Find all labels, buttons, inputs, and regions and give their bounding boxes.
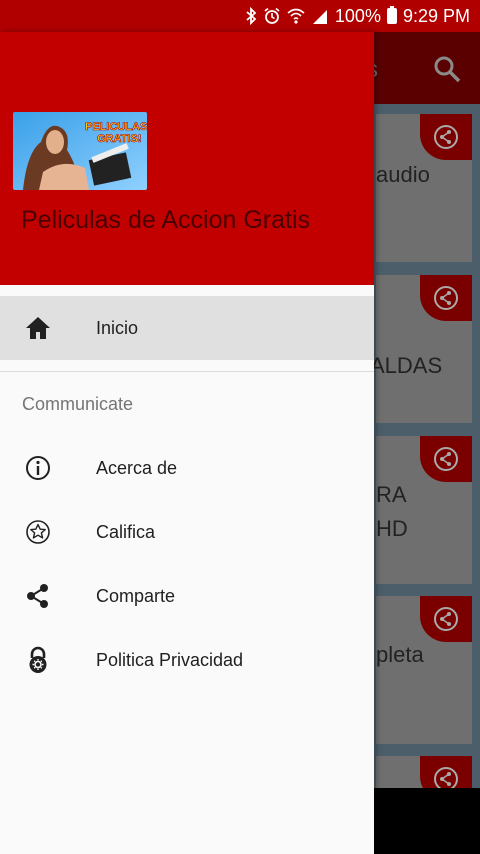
- drawer-item-politica-privacidad[interactable]: Politica Privacidad: [0, 628, 374, 692]
- drawer-header: PELICULAS GRATIS! Peliculas de Accion Gr…: [0, 32, 374, 285]
- logo-text-line2: GRATIS!: [97, 133, 141, 145]
- alarm-icon: [263, 7, 281, 25]
- signal-icon: [311, 7, 329, 25]
- share-icon[interactable]: [420, 596, 472, 642]
- app-logo: PELICULAS GRATIS!: [13, 112, 147, 190]
- drawer-item-label: Politica Privacidad: [96, 649, 244, 670]
- drawer-item-comparte[interactable]: Comparte: [0, 564, 374, 628]
- search-icon[interactable]: [432, 54, 462, 84]
- battery-icon: [386, 6, 397, 24]
- drawer-item-label: Inicio: [96, 317, 139, 338]
- background-card[interactable]: pleta: [376, 596, 472, 744]
- background-card[interactable]: RA HD: [376, 436, 472, 584]
- share-icon[interactable]: [420, 436, 472, 482]
- status-bar: 100% 9:29 PM: [0, 0, 480, 32]
- share-icon[interactable]: [420, 114, 472, 160]
- clock: 9:29 PM: [402, 5, 470, 26]
- wifi-icon: [287, 7, 305, 25]
- share-icon: [24, 582, 52, 610]
- navigation-drawer: PELICULAS GRATIS! Peliculas de Accion Gr…: [0, 32, 374, 854]
- info-icon: [24, 454, 52, 482]
- divider: [0, 371, 374, 372]
- drawer-item-label: Califica: [96, 521, 156, 542]
- drawer-item-acerca-de[interactable]: Acerca de: [0, 436, 374, 500]
- star-icon: [24, 518, 52, 546]
- section-header: Communicate: [22, 394, 134, 414]
- bluetooth-icon: [245, 7, 257, 25]
- home-icon: [24, 314, 52, 342]
- background-card[interactable]: ALDAS: [370, 275, 472, 423]
- logo-text-line1: PELICULAS: [85, 121, 147, 133]
- battery-percent: 100%: [334, 5, 381, 26]
- lock-icon: [24, 646, 52, 674]
- drawer-item-label: Acerca de: [96, 457, 178, 478]
- background-card[interactable]: audio: [376, 114, 472, 262]
- drawer-item-inicio[interactable]: Inicio: [0, 296, 374, 360]
- app-name: Peliculas de Accion Gratis: [21, 206, 311, 234]
- drawer-item-label: Comparte: [96, 585, 176, 606]
- drawer-item-califica[interactable]: Califica: [0, 500, 374, 564]
- share-icon[interactable]: [420, 275, 472, 321]
